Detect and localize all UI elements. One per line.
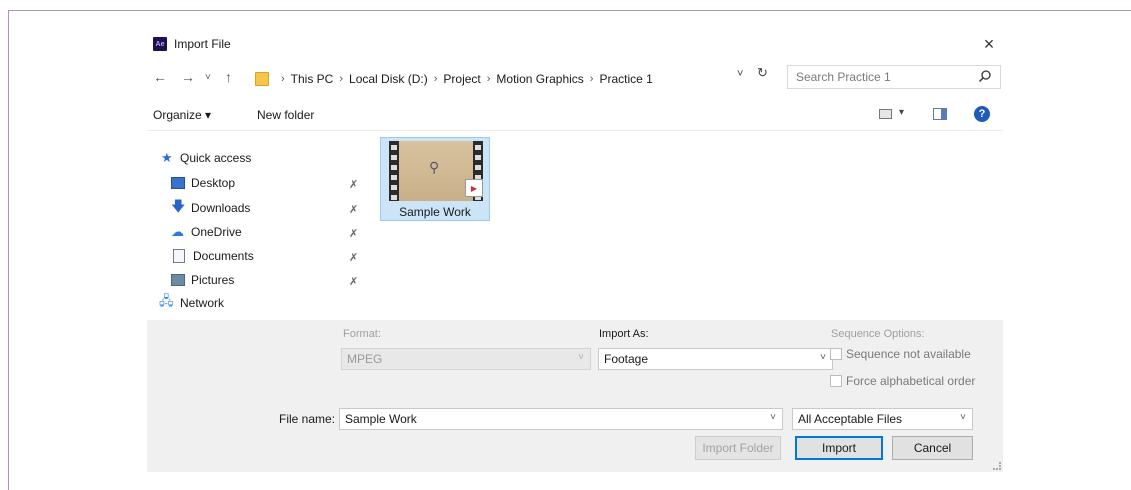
sidebar-item-label: Network	[180, 296, 225, 310]
recent-locations-icon[interactable]: ˅	[205, 72, 211, 83]
breadcrumb-separator: ›	[486, 72, 491, 85]
view-dropdown-icon[interactable]: ▾	[899, 107, 904, 118]
dialog-title: Import File	[174, 37, 231, 51]
alphabetical-checkbox-row: Force alphabetical order	[830, 374, 975, 388]
import-options-panel: Format: MPEG ˅ Import As: Footage ˅ Sequ…	[147, 320, 1003, 472]
star-icon: ★	[161, 150, 173, 165]
import-button[interactable]: Import	[795, 436, 883, 460]
chevron-down-icon: ˅	[960, 412, 966, 423]
import-folder-button: Import Folder	[695, 436, 781, 460]
navigation-pane: ★ Quick access Desktop 🡇 Downloads ☁ One…	[147, 142, 373, 318]
sidebar-item-documents[interactable]: Documents	[173, 246, 254, 266]
change-view-icon[interactable]	[879, 109, 892, 119]
file-type-value: All Acceptable Files	[798, 412, 903, 426]
pictures-icon	[171, 274, 185, 286]
folder-icon	[255, 71, 269, 86]
new-folder-button[interactable]: New folder	[257, 108, 314, 122]
pin-icon[interactable]: ✗	[349, 275, 358, 288]
format-label: Format:	[343, 328, 381, 340]
back-arrow-icon[interactable]: ←	[153, 69, 167, 85]
command-toolbar: Organize ▾ New folder ▾ ?	[147, 100, 1003, 130]
import-as-value: Footage	[604, 352, 649, 366]
sidebar-item-label: Desktop	[191, 176, 236, 190]
desktop-icon	[171, 177, 185, 189]
file-name-value: Sample Work	[345, 412, 417, 426]
file-name-field-label: File name:	[279, 412, 336, 426]
sidebar-item-pictures[interactable]: Pictures	[171, 270, 234, 290]
alphabetical-checkbox	[830, 375, 842, 387]
sidebar-item-desktop[interactable]: Desktop	[171, 173, 235, 193]
sidebar-item-label: Documents	[193, 249, 254, 263]
search-input[interactable]: Search Practice 1	[787, 65, 1001, 89]
sidebar-item-onedrive[interactable]: ☁ OneDrive	[171, 222, 242, 242]
breadcrumb-separator: ›	[433, 72, 438, 85]
format-select: MPEG ˅	[341, 348, 591, 370]
search-icon	[978, 70, 991, 83]
download-icon: 🡇	[171, 198, 186, 214]
close-icon[interactable]: ×	[979, 34, 999, 54]
sidebar-item-network[interactable]: 🖧 Network	[159, 293, 224, 313]
pin-icon[interactable]: ✗	[349, 251, 358, 264]
chevron-down-icon: ˅	[820, 352, 826, 363]
search-placeholder: Search Practice 1	[796, 70, 891, 84]
sidebar-item-label: OneDrive	[191, 225, 242, 239]
format-value: MPEG	[347, 352, 383, 366]
video-thumbnail: ⚲ ▶	[389, 141, 483, 201]
breadcrumb-separator: ›	[281, 72, 285, 85]
file-name-label: Sample Work	[399, 205, 471, 219]
breadcrumb-project[interactable]: Project	[443, 72, 480, 86]
breadcrumb-practice-1[interactable]: Practice 1	[599, 72, 652, 86]
document-icon	[173, 249, 185, 263]
address-row: ← → ˅ ↑ › This PC › Local Disk (D:) › Pr…	[147, 64, 1003, 92]
thumbnail-figure-icon: ⚲	[429, 159, 440, 175]
organize-menu[interactable]: Organize ▾	[153, 108, 211, 122]
sidebar-item-label: Pictures	[191, 273, 235, 287]
file-name-input[interactable]: Sample Work ˅	[339, 408, 783, 430]
file-type-select[interactable]: All Acceptable Files ˅	[792, 408, 973, 430]
file-item-selected[interactable]: ⚲ ▶ Sample Work	[380, 137, 490, 221]
sidebar-item-label: Downloads	[191, 201, 251, 215]
import-file-dialog: Ae Import File × ← → ˅ ↑ › This PC › Loc…	[147, 26, 1003, 472]
up-arrow-icon[interactable]: ↑	[225, 69, 232, 85]
address-bar[interactable]: › This PC › Local Disk (D:) › Project › …	[255, 67, 781, 90]
after-effects-icon: Ae	[153, 37, 167, 51]
address-dropdown-icon[interactable]: ˅	[737, 68, 743, 80]
sidebar-item-quick-access[interactable]: ★ Quick access	[161, 148, 251, 168]
breadcrumb-motion-graphics[interactable]: Motion Graphics	[496, 72, 583, 86]
preview-pane-icon[interactable]	[933, 108, 947, 120]
chevron-down-icon: ˅	[770, 412, 776, 423]
film-strip-left	[389, 141, 399, 201]
sequence-checkbox-label: Sequence not available	[846, 347, 971, 361]
sidebar-item-downloads[interactable]: 🡇 Downloads	[171, 198, 250, 218]
pin-icon[interactable]: ✗	[349, 203, 358, 216]
pin-icon[interactable]: ✗	[349, 178, 358, 191]
refresh-icon[interactable]: ↻	[757, 65, 768, 81]
cancel-button[interactable]: Cancel	[892, 436, 973, 460]
network-icon: 🖧	[159, 293, 174, 308]
alphabetical-checkbox-label: Force alphabetical order	[846, 374, 976, 388]
sequence-checkbox	[830, 348, 842, 360]
breadcrumb-separator: ›	[589, 72, 594, 85]
breadcrumb-separator: ›	[339, 72, 344, 85]
media-player-badge-icon: ▶	[465, 179, 483, 197]
forward-arrow-icon[interactable]: →	[181, 69, 195, 85]
import-as-label: Import As:	[599, 328, 649, 340]
pin-icon[interactable]: ✗	[349, 227, 358, 240]
chevron-down-icon: ˅	[578, 352, 584, 363]
sequence-options-label: Sequence Options:	[831, 328, 925, 340]
title-bar: Ae Import File ×	[147, 26, 1003, 60]
help-icon[interactable]: ?	[974, 106, 990, 122]
import-as-select[interactable]: Footage ˅	[598, 348, 833, 370]
breadcrumb-this-pc[interactable]: This PC	[291, 72, 334, 86]
toolbar-divider	[147, 130, 1003, 131]
cloud-icon: ☁	[171, 224, 184, 239]
breadcrumb-local-disk[interactable]: Local Disk (D:)	[349, 72, 428, 86]
sidebar-item-label: Quick access	[180, 151, 252, 165]
sequence-checkbox-row: Sequence not available	[830, 347, 971, 361]
resize-grip[interactable]	[993, 462, 1001, 470]
